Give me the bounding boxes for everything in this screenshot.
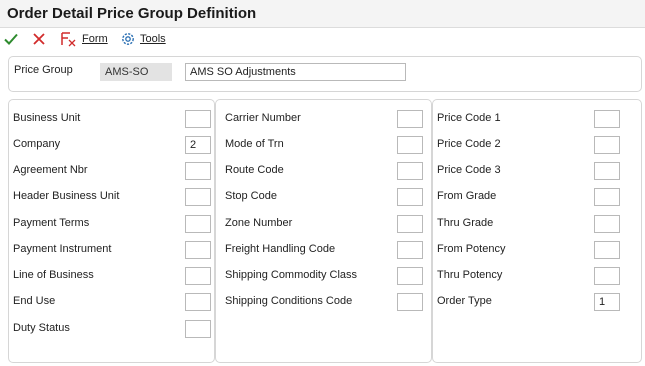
end-use-label: End Use bbox=[13, 295, 56, 307]
price-code-3-label: Price Code 3 bbox=[437, 164, 501, 176]
duty-status-label: Duty Status bbox=[13, 322, 70, 334]
gear-icon bbox=[122, 33, 134, 45]
tools-menu-label: Tools bbox=[140, 33, 166, 45]
agreement-nbr-label: Agreement Nbr bbox=[13, 164, 88, 176]
business-unit-label: Business Unit bbox=[13, 112, 81, 124]
line-of-business-input[interactable] bbox=[185, 267, 211, 285]
thru-potency-input[interactable] bbox=[594, 267, 620, 285]
agreement-nbr-input[interactable] bbox=[185, 162, 211, 180]
from-potency-label: From Potency bbox=[437, 243, 506, 255]
stop-code-input[interactable] bbox=[397, 188, 423, 206]
middle-criteria-panel: Carrier Number Mode of Trn Route Code St… bbox=[215, 99, 432, 363]
toolbar: Form Tools bbox=[0, 28, 645, 50]
order-type-input[interactable]: 1 bbox=[594, 293, 620, 311]
from-grade-input[interactable] bbox=[594, 188, 620, 206]
price-code-1-label: Price Code 1 bbox=[437, 112, 501, 124]
shipping-commodity-class-label: Shipping Commodity Class bbox=[225, 269, 358, 281]
payment-instrument-input[interactable] bbox=[185, 241, 211, 259]
thru-grade-input[interactable] bbox=[594, 215, 620, 233]
price-code-1-input[interactable] bbox=[594, 110, 620, 128]
mode-of-trn-label: Mode of Trn bbox=[225, 138, 284, 150]
duty-status-input[interactable] bbox=[185, 320, 211, 338]
end-use-input[interactable] bbox=[185, 293, 211, 311]
shipping-conditions-code-label: Shipping Conditions Code bbox=[225, 295, 353, 307]
form-menu-label: Form bbox=[82, 33, 108, 45]
left-criteria-panel: Business Unit Company 2 Agreement Nbr He… bbox=[8, 99, 215, 363]
freight-handling-code-label: Freight Handling Code bbox=[225, 243, 336, 255]
price-code-2-label: Price Code 2 bbox=[437, 138, 501, 150]
freight-handling-code-input[interactable] bbox=[397, 241, 423, 259]
checkmark-icon bbox=[4, 33, 18, 45]
zone-number-label: Zone Number bbox=[225, 217, 293, 229]
zone-number-input[interactable] bbox=[397, 215, 423, 233]
thru-potency-label: Thru Potency bbox=[437, 269, 503, 281]
window-title: Order Detail Price Group Definition bbox=[7, 5, 257, 22]
title-bar: Order Detail Price Group Definition bbox=[0, 0, 645, 28]
price-code-2-input[interactable] bbox=[594, 136, 620, 154]
company-input[interactable]: 2 bbox=[185, 136, 211, 154]
mode-of-trn-input[interactable] bbox=[397, 136, 423, 154]
shipping-conditions-code-input[interactable] bbox=[397, 293, 423, 311]
thru-grade-label: Thru Grade bbox=[437, 217, 494, 229]
ok-button[interactable] bbox=[3, 28, 19, 50]
company-label: Company bbox=[13, 138, 61, 150]
carrier-number-input[interactable] bbox=[397, 110, 423, 128]
form-icon bbox=[61, 32, 76, 47]
carrier-number-label: Carrier Number bbox=[225, 112, 301, 124]
stop-code-label: Stop Code bbox=[225, 190, 277, 202]
from-potency-input[interactable] bbox=[594, 241, 620, 259]
price-group-label: Price Group bbox=[14, 64, 73, 76]
route-code-input[interactable] bbox=[397, 162, 423, 180]
x-icon bbox=[33, 33, 45, 45]
payment-terms-input[interactable] bbox=[185, 215, 211, 233]
line-of-business-label: Line of Business bbox=[13, 269, 94, 281]
header-business-unit-input[interactable] bbox=[185, 188, 211, 206]
tools-menu[interactable]: Tools bbox=[120, 28, 166, 50]
shipping-commodity-class-input[interactable] bbox=[397, 267, 423, 285]
form-menu[interactable]: Form bbox=[60, 28, 108, 50]
header-business-unit-label: Header Business Unit bbox=[13, 190, 120, 202]
from-grade-label: From Grade bbox=[437, 190, 497, 202]
header-panel: Price Group AMS-SO AMS SO Adjustments bbox=[8, 56, 642, 92]
payment-instrument-label: Payment Instrument bbox=[13, 243, 112, 255]
tools-menu-text: Tools bbox=[140, 33, 166, 45]
business-unit-input[interactable] bbox=[185, 110, 211, 128]
route-code-label: Route Code bbox=[225, 164, 284, 176]
payment-terms-label: Payment Terms bbox=[13, 217, 90, 229]
cancel-button[interactable] bbox=[31, 28, 47, 50]
price-code-3-input[interactable] bbox=[594, 162, 620, 180]
right-criteria-panel: Price Code 1 Price Code 2 Price Code 3 F… bbox=[432, 99, 642, 363]
price-group-description: AMS SO Adjustments bbox=[185, 63, 406, 81]
price-group-code: AMS-SO bbox=[100, 63, 172, 81]
order-type-label: Order Type bbox=[437, 295, 492, 307]
form-menu-text: Form bbox=[82, 33, 108, 45]
